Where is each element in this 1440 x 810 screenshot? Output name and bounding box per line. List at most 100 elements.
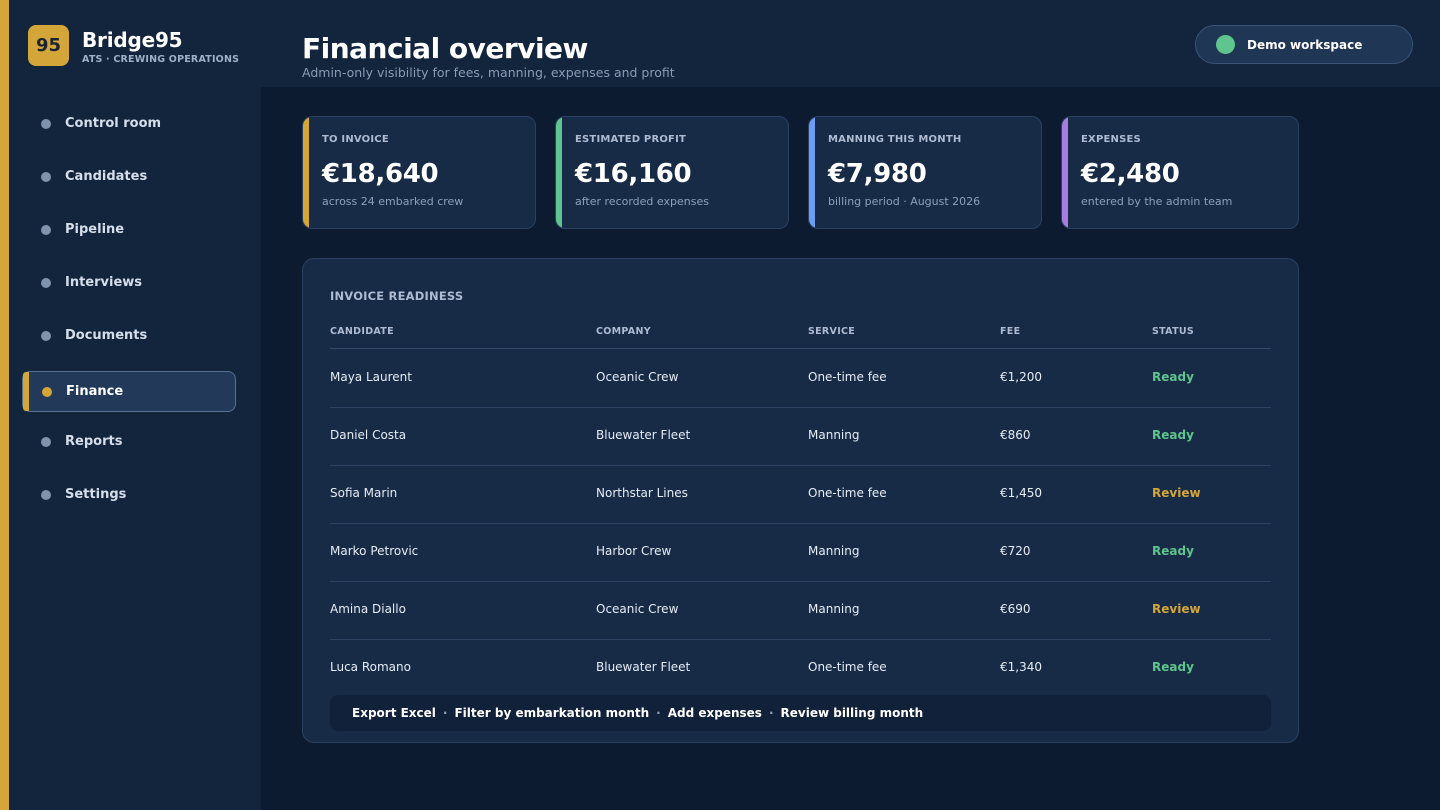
- sidebar-item-reports[interactable]: Reports: [22, 421, 236, 462]
- cell-fee: €1,200: [1000, 370, 1042, 384]
- bullet-icon: [42, 386, 52, 397]
- kpi-accent-bar: [303, 117, 309, 228]
- cell-fee: €1,340: [1000, 660, 1042, 674]
- bullet-icon: [41, 330, 51, 341]
- sidebar-item-candidates[interactable]: Candidates: [22, 156, 236, 197]
- column-header-candidate[interactable]: CANDIDATE: [330, 326, 394, 337]
- sidebar-item-label: Finance: [66, 384, 124, 399]
- sidebar-item-label: Documents: [65, 328, 148, 343]
- sidebar-item-label: Settings: [65, 487, 127, 502]
- table-header: CANDIDATE COMPANY SERVICE FEE STATUS: [330, 326, 1271, 349]
- separator: ·: [768, 706, 774, 720]
- column-header-company[interactable]: COMPANY: [596, 326, 651, 337]
- table-row[interactable]: Maya Laurent Oceanic Crew One-time fee €…: [330, 350, 1271, 408]
- sidebar-item-pipeline[interactable]: Pipeline: [22, 209, 236, 250]
- cell-candidate: Luca Romano: [330, 660, 411, 674]
- cell-service: One-time fee: [808, 370, 887, 384]
- kpi-note: entered by the admin team: [1081, 195, 1233, 208]
- cell-fee: €720: [1000, 544, 1031, 558]
- sidebar-item-control-room[interactable]: Control room: [22, 103, 236, 144]
- bullet-icon: [41, 489, 51, 500]
- status-badge: Ready: [1152, 370, 1194, 384]
- cell-service: Manning: [808, 428, 860, 442]
- kpi-value: €7,980: [828, 159, 927, 189]
- brand-logo-badge: 95: [28, 25, 69, 66]
- cell-company: Bluewater Fleet: [596, 660, 691, 674]
- cell-company: Oceanic Crew: [596, 370, 679, 384]
- cell-fee: €1,450: [1000, 486, 1042, 500]
- page-subtitle: Admin-only visibility for fees, manning,…: [302, 65, 675, 80]
- cell-candidate: Daniel Costa: [330, 428, 407, 442]
- action-bar: Export Excel · Filter by embarkation mon…: [330, 695, 1271, 731]
- table-row[interactable]: Amina Diallo Oceanic Crew Manning €690 R…: [330, 582, 1271, 640]
- sidebar-item-label: Pipeline: [65, 222, 125, 237]
- panel-title: INVOICE READINESS: [330, 289, 464, 303]
- status-badge: Ready: [1152, 428, 1194, 442]
- sidebar-item-label: Interviews: [65, 275, 143, 290]
- brand-name: Bridge95: [82, 28, 183, 52]
- sidebar-item-interviews[interactable]: Interviews: [22, 262, 236, 303]
- status-badge: Review: [1152, 602, 1201, 616]
- status-badge: Review: [1152, 486, 1201, 500]
- workspace-label: Demo workspace: [1247, 37, 1363, 52]
- kpi-card-to-invoice: TO INVOICE €18,640 across 24 embarked cr…: [302, 116, 536, 229]
- column-header-service[interactable]: SERVICE: [808, 326, 855, 337]
- table-row[interactable]: Marko Petrovic Harbor Crew Manning €720 …: [330, 524, 1271, 582]
- sidebar-item-label: Reports: [65, 434, 123, 449]
- kpi-accent-bar: [556, 117, 562, 228]
- kpi-value: €18,640: [322, 159, 439, 189]
- cell-company: Oceanic Crew: [596, 602, 679, 616]
- brand-subtitle: ATS · CREWING OPERATIONS: [82, 54, 240, 65]
- kpi-label: TO INVOICE: [322, 134, 389, 145]
- page-title: Financial overview: [302, 32, 588, 65]
- sidebar-item-label: Candidates: [65, 169, 148, 184]
- kpi-accent-bar: [809, 117, 815, 228]
- status-badge: Ready: [1152, 660, 1194, 674]
- table-row[interactable]: Daniel Costa Bluewater Fleet Manning €86…: [330, 408, 1271, 466]
- bullet-icon: [41, 224, 51, 235]
- table-row[interactable]: Luca Romano Bluewater Fleet One-time fee…: [330, 640, 1271, 698]
- cell-candidate: Sofia Marin: [330, 486, 398, 500]
- add-expenses-link[interactable]: Add expenses: [668, 706, 762, 720]
- status-badge: Ready: [1152, 544, 1194, 558]
- kpi-note: billing period · August 2026: [828, 195, 981, 208]
- kpi-card-estimated-profit: ESTIMATED PROFIT €16,160 after recorded …: [555, 116, 789, 229]
- cell-service: One-time fee: [808, 660, 887, 674]
- review-billing-month-link[interactable]: Review billing month: [781, 706, 924, 720]
- cell-company: Northstar Lines: [596, 486, 688, 500]
- workspace-switcher[interactable]: Demo workspace: [1195, 25, 1413, 64]
- separator: ·: [656, 706, 661, 720]
- sidebar-item-settings[interactable]: Settings: [22, 474, 236, 515]
- filter-embarkation-month-link[interactable]: Filter by embarkation month: [454, 706, 649, 720]
- kpi-note: across 24 embarked crew: [322, 195, 464, 208]
- kpi-value: €2,480: [1081, 159, 1180, 189]
- cell-fee: €860: [1000, 428, 1031, 442]
- column-header-fee[interactable]: FEE: [1000, 326, 1020, 337]
- cell-service: One-time fee: [808, 486, 887, 500]
- cell-company: Harbor Crew: [596, 544, 672, 558]
- cell-service: Manning: [808, 544, 860, 558]
- column-header-status[interactable]: STATUS: [1152, 326, 1194, 337]
- kpi-accent-bar: [1062, 117, 1068, 228]
- kpi-label: ESTIMATED PROFIT: [575, 134, 687, 145]
- cell-candidate: Marko Petrovic: [330, 544, 419, 558]
- cell-candidate: Amina Diallo: [330, 602, 406, 616]
- kpi-card-manning-this-month: MANNING THIS MONTH €7,980 billing period…: [808, 116, 1042, 229]
- bullet-icon: [41, 436, 51, 447]
- kpi-note: after recorded expenses: [575, 195, 709, 208]
- cell-service: Manning: [808, 602, 860, 616]
- accent-stripe: [0, 0, 9, 810]
- invoice-readiness-panel: INVOICE READINESS CANDIDATE COMPANY SERV…: [302, 258, 1299, 743]
- workspace-status-dot-icon: [1216, 35, 1235, 54]
- kpi-value: €16,160: [575, 159, 692, 189]
- sidebar-item-finance[interactable]: Finance: [22, 371, 236, 412]
- cell-fee: €690: [1000, 602, 1031, 616]
- separator: ·: [442, 706, 448, 720]
- sidebar-item-label: Control room: [65, 116, 162, 131]
- kpi-card-expenses: EXPENSES €2,480 entered by the admin tea…: [1061, 116, 1299, 229]
- bullet-icon: [41, 277, 51, 288]
- export-excel-link[interactable]: Export Excel: [352, 706, 436, 720]
- sidebar-item-documents[interactable]: Documents: [22, 315, 236, 356]
- table-row[interactable]: Sofia Marin Northstar Lines One-time fee…: [330, 466, 1271, 524]
- cell-company: Bluewater Fleet: [596, 428, 691, 442]
